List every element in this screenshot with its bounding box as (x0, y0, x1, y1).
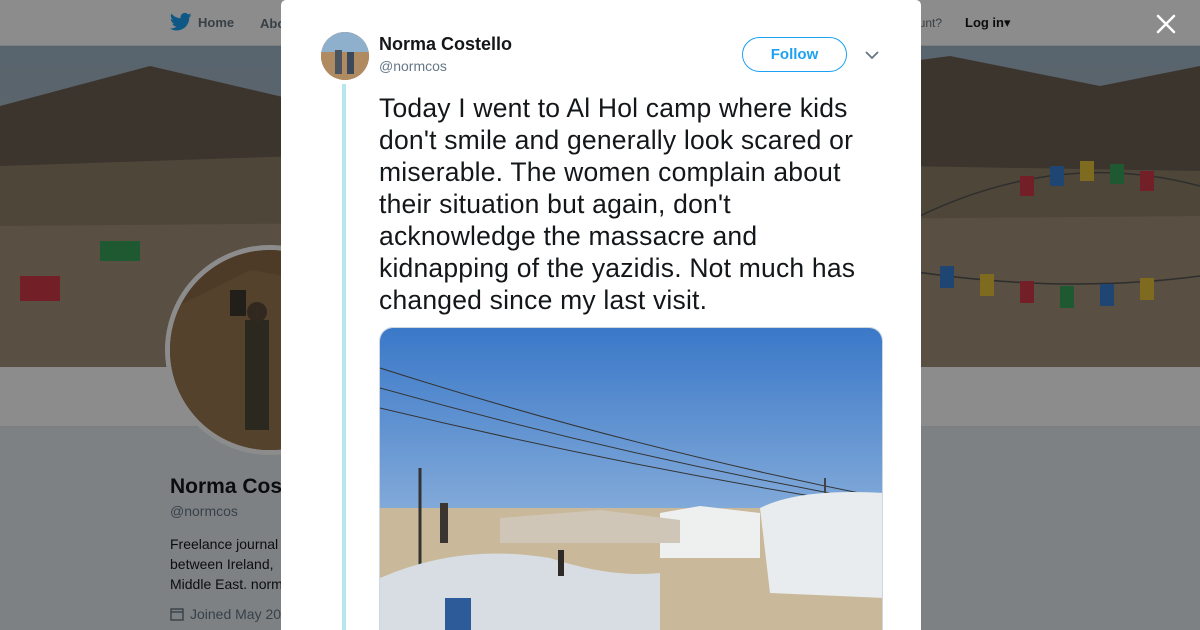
tweet-author-handle[interactable]: @normcos (379, 58, 447, 74)
close-icon (1156, 14, 1176, 34)
chevron-down-icon (865, 51, 879, 60)
tweet-photo[interactable] (379, 327, 883, 630)
follow-button[interactable]: Follow (742, 37, 847, 72)
tweet-author-name[interactable]: Norma Costello (379, 34, 512, 55)
close-button[interactable] (1152, 10, 1180, 38)
tweet-modal: Norma Costello @normcos Follow Today I w… (281, 0, 921, 630)
tweet-author-avatar[interactable] (321, 32, 369, 80)
tweet-text: Today I went to Al Hol camp where kids d… (379, 93, 856, 315)
thread-line (342, 84, 346, 630)
tweet-menu-button[interactable] (863, 46, 881, 64)
